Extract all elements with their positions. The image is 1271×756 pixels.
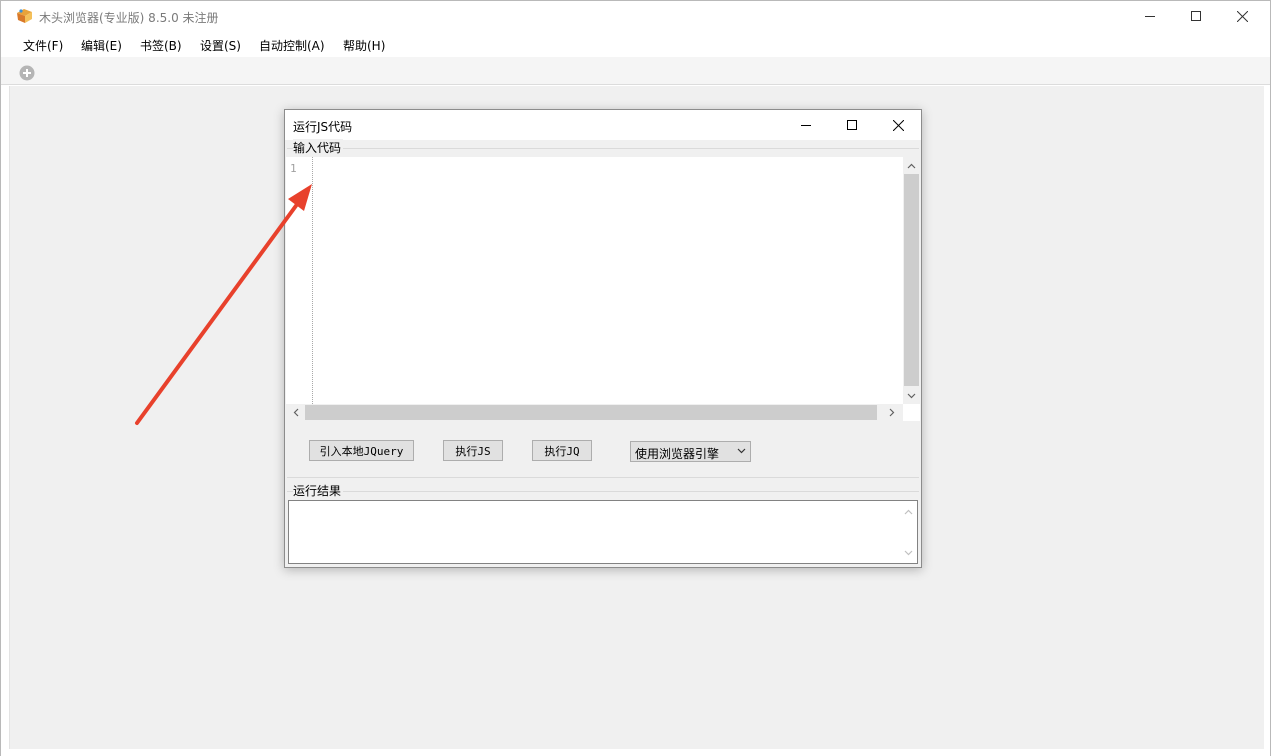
import-jquery-button[interactable]: 引入本地JQuery [309,440,414,461]
scroll-down-arrow[interactable] [903,387,920,404]
engine-select-value: 使用浏览器引擎 [635,447,720,461]
result-vertical-scrollbar[interactable] [900,501,917,563]
tab-toolbar [1,57,1270,85]
horizontal-scroll-thumb[interactable] [305,405,877,420]
maximize-icon [847,120,857,130]
result-group-border [287,491,919,492]
result-scroll-down-arrow[interactable] [900,544,917,561]
result-output[interactable] [288,500,918,564]
minimize-icon [1145,16,1155,17]
editor-vertical-scrollbar[interactable] [903,157,920,404]
dialog-title-bar: 运行JS代码 [285,110,921,140]
minimize-icon [801,125,811,126]
window-border-bottom [1,749,1270,756]
result-group-label: 运行结果 [293,482,344,499]
line-number: 1 [290,162,297,175]
line-number-gutter: 1 [286,157,313,404]
run-js-button[interactable]: 执行JS [443,440,503,461]
engine-select[interactable]: 使用浏览器引擎 [630,441,751,462]
menu-settings[interactable]: 设置(S) [200,37,241,54]
run-js-dialog: 运行JS代码 输入代码 1 引入本地JQuery 执行JS 执行JQ 使用浏览器… [284,109,922,568]
close-button[interactable] [1219,1,1265,31]
chevron-left-icon [293,408,298,417]
menu-help[interactable]: 帮助(H) [343,37,385,54]
maximize-icon [1191,11,1201,21]
menu-file[interactable]: 文件(F) [23,37,63,54]
plus-circle-icon[interactable] [19,65,35,81]
window-border-right [1264,86,1270,749]
dialog-title: 运行JS代码 [293,120,353,134]
scroll-left-arrow[interactable] [287,404,304,421]
result-group-top-rule [287,477,919,478]
vertical-scroll-thumb[interactable] [904,174,919,386]
scroll-corner [903,404,920,421]
chevron-down-icon [904,550,913,555]
app-logo-icon [17,9,32,23]
close-icon [892,119,904,131]
editor-horizontal-scrollbar[interactable] [286,404,903,421]
maximize-button[interactable] [1173,1,1219,31]
chevron-right-icon [889,408,894,417]
input-group-border [287,148,919,149]
menu-automation[interactable]: 自动控制(A) [259,37,325,54]
dialog-close-button[interactable] [875,110,921,140]
menu-bar: 文件(F) 编辑(E) 书签(B) 设置(S) 自动控制(A) 帮助(H) [1,31,1270,57]
menu-edit[interactable]: 编辑(E) [81,37,122,54]
chevron-down-icon [907,393,916,398]
scroll-up-arrow[interactable] [903,157,920,174]
menu-bookmarks[interactable]: 书签(B) [140,37,182,54]
input-group-label: 输入代码 [293,139,344,156]
run-jq-button[interactable]: 执行JQ [532,440,592,461]
close-icon [1236,10,1248,22]
dialog-minimize-button[interactable] [783,110,829,140]
minimize-button[interactable] [1127,1,1173,31]
scroll-right-arrow[interactable] [883,404,900,421]
chevron-up-icon [907,163,916,168]
dialog-maximize-button[interactable] [829,110,875,140]
code-editor[interactable]: 1 [286,157,920,421]
title-bar: 木头浏览器(专业版) 8.5.0 未注册 [1,1,1270,31]
result-scroll-up-arrow[interactable] [900,503,917,520]
window-title: 木头浏览器(专业版) 8.5.0 未注册 [39,11,219,25]
chevron-up-icon [904,509,913,514]
chevron-down-icon [737,448,746,454]
